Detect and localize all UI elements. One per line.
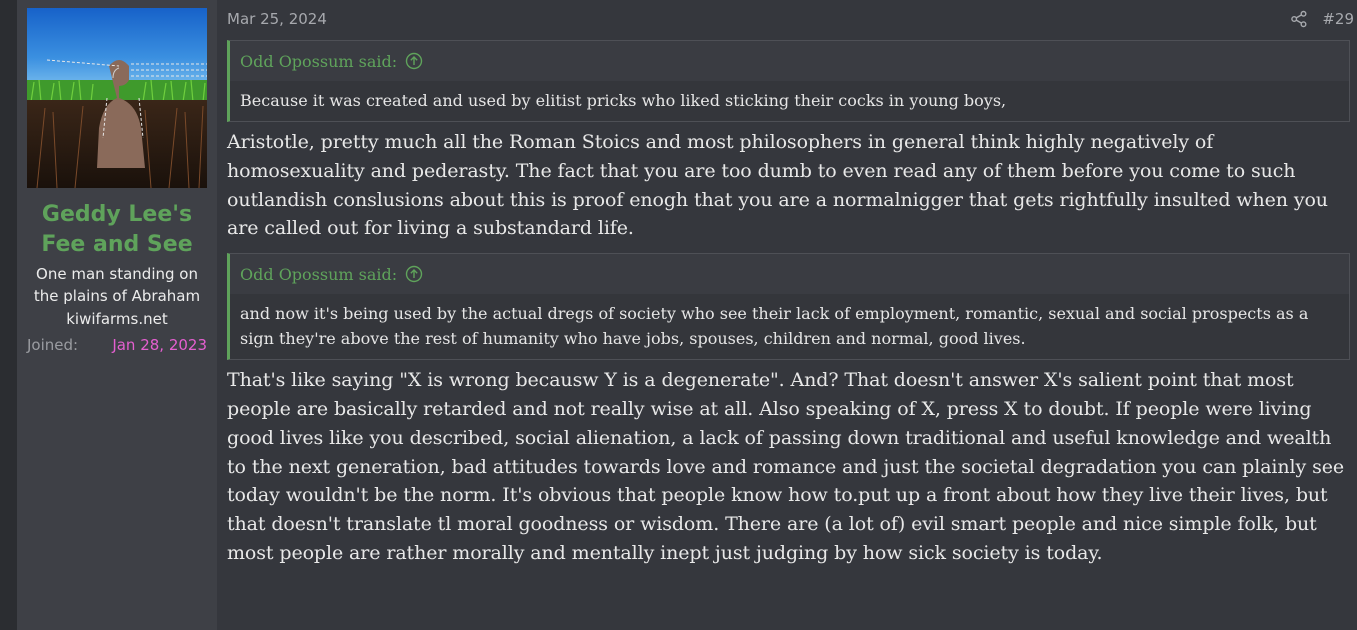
quote-block: Odd Opossum said: Because it was created… <box>227 40 1350 122</box>
post-date[interactable]: Mar 25, 2024 <box>227 10 327 28</box>
username[interactable]: Geddy Lee's Fee and See <box>27 200 207 260</box>
arrow-up-circle-icon[interactable] <box>405 52 423 70</box>
user-info-panel: Geddy Lee's Fee and See One man standing… <box>17 0 217 630</box>
thread-page: Geddy Lee's Fee and See One man standing… <box>0 0 1357 630</box>
share-icon[interactable] <box>1290 10 1308 28</box>
left-gutter <box>0 0 17 630</box>
avatar[interactable] <box>27 8 207 188</box>
post-header: Mar 25, 2024 #29 <box>227 0 1354 38</box>
quote-header: Odd Opossum said: <box>230 254 1349 294</box>
joined-date: Jan 28, 2023 <box>112 336 207 354</box>
quote-header: Odd Opossum said: <box>230 41 1349 81</box>
quote-author[interactable]: Odd Opossum said: <box>240 265 397 284</box>
quote-text: Because it was created and used by eliti… <box>230 81 1349 121</box>
post-number[interactable]: #29 <box>1322 10 1354 28</box>
quote-block: Odd Opossum said: and now it's being use… <box>227 253 1350 361</box>
user-title: One man standing on the plains of Abraha… <box>33 265 201 305</box>
joined-row: Joined: Jan 28, 2023 <box>27 333 207 357</box>
arrow-up-circle-icon[interactable] <box>405 265 423 283</box>
post-content: Mar 25, 2024 #29 Odd Opossum said: Becau… <box>227 0 1354 576</box>
post-actions: #29 <box>1290 10 1354 28</box>
post-paragraph: That's like saying "X is wrong becausw Y… <box>227 369 1345 564</box>
post-paragraph: Aristotle, pretty much all the Roman Sto… <box>227 131 1328 240</box>
quote-author[interactable]: Odd Opossum said: <box>240 52 397 71</box>
joined-label: Joined: <box>27 336 79 354</box>
user-site: kiwifarms.net <box>66 310 168 328</box>
quote-text: and now it's being used by the actual dr… <box>230 294 1349 360</box>
